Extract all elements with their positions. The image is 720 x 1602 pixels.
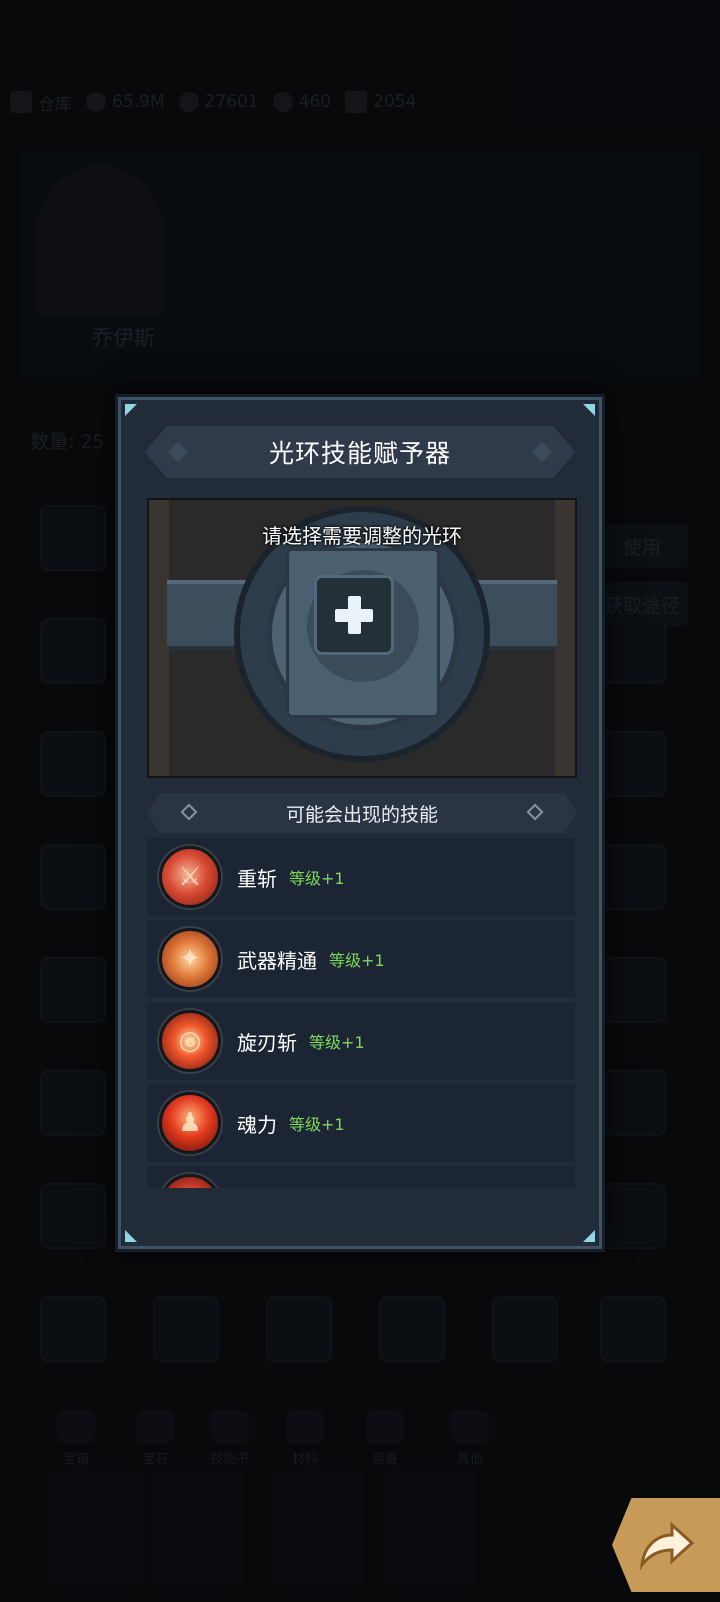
skill-row-heavy-slash: ⚔ 重斩 等级+1	[147, 838, 575, 916]
skill-name: 旋刃斩	[237, 1030, 297, 1055]
skill-icon	[159, 1174, 221, 1188]
arrow-ornament-icon	[523, 806, 547, 820]
inventory-slot	[40, 1183, 106, 1249]
inventory-slot	[600, 844, 666, 910]
equipment-icon	[366, 1410, 404, 1444]
inventory-slot	[40, 1296, 106, 1362]
tab-other: 其他	[440, 1410, 500, 1467]
plus-icon	[348, 596, 361, 634]
corner-ornament	[125, 404, 137, 416]
share-arrow-icon	[639, 1521, 695, 1571]
skill-level: 等级+1	[309, 1033, 365, 1052]
inventory-slot	[266, 1296, 332, 1362]
inventory-slot	[600, 618, 666, 684]
ticket-counter: 2054	[345, 91, 416, 113]
gem-counter: 27601	[178, 92, 259, 112]
bottom-nav-bag	[152, 1468, 244, 1588]
other-icon	[451, 1410, 489, 1444]
energy-icon	[272, 92, 293, 112]
gold-counter: 65.9M	[86, 92, 165, 112]
material-icon	[286, 1410, 324, 1444]
possible-skills-header: 可能会出现的技能	[147, 793, 577, 833]
tab-gem: 宝石	[125, 1410, 185, 1467]
skill-row-spin-blade: ◎ 旋刃斩 等级+1	[147, 1002, 575, 1080]
share-button[interactable]	[612, 1498, 720, 1592]
gem-tab-icon	[136, 1410, 174, 1444]
book-icon	[211, 1410, 249, 1444]
inventory-slot	[600, 957, 666, 1023]
bottom-nav-forge	[272, 1468, 364, 1588]
chest-icon	[57, 1410, 95, 1444]
inventory-slot	[40, 1070, 106, 1136]
aura-skill-granter-dialog: 光环技能赋予器 请选择需要调整的光环 可能会出现的技能 ⚔ 重斩 等级+1 ✦ …	[118, 397, 602, 1249]
inventory-slot	[40, 618, 106, 684]
gem-icon	[178, 92, 199, 112]
item-count-label: 数量: 25	[30, 431, 105, 453]
select-aura-hint: 请选择需要调整的光环	[262, 524, 462, 548]
warehouse-icon	[10, 91, 32, 113]
heavy-slash-icon: ⚔	[159, 846, 221, 908]
aura-machine-panel: 请选择需要调整的光环	[147, 498, 577, 778]
hero-portrait	[35, 165, 165, 315]
tab-chest: 宝箱	[46, 1410, 106, 1467]
hero-name: 乔伊斯	[92, 326, 155, 350]
select-aura-slot[interactable]	[314, 575, 394, 655]
inventory-slot	[600, 731, 666, 797]
skill-name: 武器精通	[237, 948, 317, 973]
use-button: 使用	[596, 524, 688, 568]
inventory-slot	[600, 1070, 666, 1136]
skill-name: 重斩	[237, 866, 277, 891]
soul-power-icon: ♟	[159, 1092, 221, 1154]
inventory-slot	[492, 1296, 558, 1362]
inventory-slot	[40, 731, 106, 797]
ticket-icon	[345, 91, 368, 113]
bottom-nav-adventure	[384, 1468, 476, 1588]
inventory-slot	[600, 1183, 666, 1249]
tab-equipment: 装备	[355, 1410, 415, 1467]
tab-skillbook: 技能书	[200, 1410, 260, 1467]
arrow-ornament-icon	[177, 806, 201, 820]
skill-level: 等级+1	[329, 951, 385, 970]
inventory-slot	[40, 957, 106, 1023]
inventory-slot	[40, 505, 106, 571]
diamond-ornament-icon	[168, 442, 188, 462]
possible-skills-title: 可能会出现的技能	[285, 803, 438, 826]
weapon-mastery-icon: ✦	[159, 928, 221, 990]
skill-row-weapon-mastery: ✦ 武器精通 等级+1	[147, 920, 575, 998]
skill-row-partial	[147, 1166, 575, 1188]
bottom-nav-hero	[50, 1468, 142, 1588]
diamond-ornament-icon	[532, 442, 552, 462]
tab-material: 材料	[275, 1410, 335, 1467]
resource-bar: 仓库 65.9M 27601 460 2054	[0, 78, 720, 126]
dialog-title: 光环技能赋予器	[268, 439, 451, 468]
corner-ornament	[583, 1230, 595, 1242]
corner-ornament	[583, 404, 595, 416]
possible-skills-list[interactable]: ⚔ 重斩 等级+1 ✦ 武器精通 等级+1 ◎ 旋刃斩 等级+1 ♟ 魂力 等级…	[147, 838, 575, 1188]
skill-name: 魂力	[237, 1112, 277, 1137]
dialog-title-bar: 光环技能赋予器	[145, 426, 575, 478]
skill-row-soul-power: ♟ 魂力 等级+1	[147, 1084, 575, 1162]
inventory-slot	[40, 844, 106, 910]
inventory-slot	[379, 1296, 445, 1362]
energy-counter: 460	[272, 92, 331, 112]
skill-level: 等级+1	[289, 869, 345, 888]
gold-coin-icon	[86, 92, 106, 112]
corner-ornament	[125, 1230, 137, 1242]
spin-blade-icon: ◎	[159, 1010, 221, 1072]
skill-level: 等级+1	[289, 1115, 345, 1134]
inventory-slot	[153, 1296, 219, 1362]
inventory-slot	[600, 1296, 666, 1362]
warehouse-title: 仓库	[10, 90, 72, 115]
